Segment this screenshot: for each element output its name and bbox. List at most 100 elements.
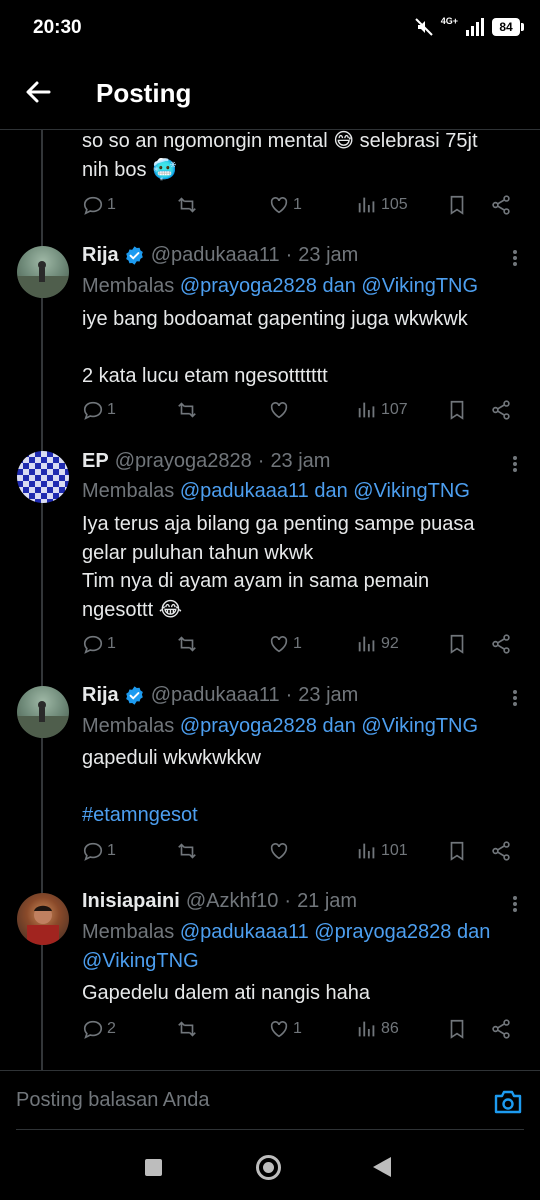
mute-icon [415, 18, 433, 36]
tweet-text: Iya terus aja bilang ga penting sampe pu… [82, 510, 475, 624]
bookmark-icon [450, 400, 464, 420]
avatar[interactable] [17, 686, 69, 738]
replying-to: Membalas @prayoga2828 dan @VikingTNG [82, 272, 522, 301]
repost-icon [178, 402, 196, 418]
reply-and: dan [322, 715, 356, 737]
author-handle[interactable]: @padukaaa11 [151, 244, 280, 267]
avatar[interactable] [17, 246, 69, 298]
views-button[interactable]: 107 [356, 399, 408, 421]
author-row: Rija @padukaaa11 · 23 jam [82, 244, 358, 267]
views-count: 107 [381, 401, 408, 418]
avatar[interactable] [17, 451, 69, 503]
author-handle[interactable]: @prayoga2828 [115, 450, 252, 473]
views-count: 105 [381, 196, 408, 213]
reply-prefix: Membalas [82, 715, 175, 737]
author-name[interactable]: Inisiapaini [82, 890, 180, 913]
tweet-actions: 2 1 86 [82, 1018, 522, 1048]
like-button[interactable]: 1 [268, 633, 302, 655]
more-options-icon[interactable] [512, 248, 518, 268]
heart-icon [270, 843, 288, 860]
reply-mention[interactable]: @VikingTNG [82, 950, 199, 972]
battery-icon: 84 [492, 18, 524, 36]
tweet-line: gapeduli wkwkwkkw [82, 747, 261, 769]
reply-composer[interactable]: Posting balasan Anda [0, 1070, 540, 1130]
avatar-image [17, 261, 69, 298]
composer-divider [16, 1129, 524, 1130]
reply-button[interactable]: 2 [82, 1018, 116, 1040]
like-button[interactable]: 1 [268, 194, 302, 216]
views-icon [358, 197, 375, 213]
reply-mention[interactable]: @padukaaa11 @prayoga2828 [180, 921, 452, 943]
author-name[interactable]: EP [82, 450, 109, 473]
repost-button[interactable] [176, 194, 198, 216]
repost-button[interactable] [176, 840, 198, 862]
reply-count: 2 [107, 1020, 116, 1037]
more-options-icon[interactable] [512, 894, 518, 914]
tweet-line: Iya terus aja bilang ga penting sampe pu… [82, 513, 475, 535]
like-count: 1 [293, 635, 302, 652]
like-count: 1 [293, 1020, 302, 1037]
tweet-line: Gapedelu dalem ati nangis haha [82, 982, 370, 1004]
reply-icon [83, 635, 103, 654]
verified-badge-icon [125, 686, 143, 705]
bookmark-button[interactable] [446, 194, 468, 216]
author-row: EP @prayoga2828 · 23 jam [82, 450, 330, 473]
like-button[interactable] [268, 840, 290, 862]
views-button[interactable]: 101 [356, 840, 408, 862]
bookmark-button[interactable] [446, 633, 468, 655]
reply-mention[interactable]: @VikingTNG [361, 715, 478, 737]
heart-icon [270, 402, 288, 419]
home-icon[interactable] [256, 1155, 281, 1180]
author-name[interactable]: Rija [82, 244, 119, 267]
reply-button[interactable]: 1 [82, 633, 116, 655]
tweet-line: iye bang bodoamat gapenting juga wkwkwk [82, 308, 468, 330]
repost-button[interactable] [176, 633, 198, 655]
tweet-line: 2 kata lucu etam ngesottttttt [82, 365, 328, 387]
share-button[interactable] [490, 194, 512, 216]
reply-count: 1 [107, 635, 116, 652]
bookmark-button[interactable] [446, 399, 468, 421]
replying-to: Membalas @padukaaa11 dan @VikingTNG [82, 477, 522, 506]
reply-mention[interactable]: @prayoga2828 [180, 275, 317, 297]
reply-icon [83, 1020, 103, 1039]
author-handle[interactable]: @padukaaa11 [151, 684, 280, 707]
like-button[interactable] [268, 399, 290, 421]
nav-back-icon[interactable] [373, 1157, 391, 1177]
reply-mention[interactable]: @VikingTNG [361, 275, 478, 297]
camera-icon[interactable] [493, 1089, 523, 1115]
reply-mention[interactable]: @padukaaa11 [180, 480, 309, 502]
reply-button[interactable]: 1 [82, 840, 116, 862]
author-handle[interactable]: @Azkhf10 [186, 890, 279, 913]
repost-button[interactable] [176, 399, 198, 421]
share-icon [492, 841, 510, 861]
like-button[interactable]: 1 [268, 1018, 302, 1040]
reply-mention[interactable]: @VikingTNG [353, 480, 470, 502]
views-button[interactable]: 105 [356, 194, 408, 216]
more-options-icon[interactable] [512, 454, 518, 474]
avatar-image [17, 701, 69, 738]
recents-icon[interactable] [145, 1159, 162, 1176]
views-button[interactable]: 86 [356, 1018, 399, 1040]
views-button[interactable]: 92 [356, 633, 399, 655]
reply-button[interactable]: 1 [82, 399, 116, 421]
reply-icon [83, 196, 103, 215]
bookmark-icon [450, 841, 464, 861]
reply-input-placeholder[interactable]: Posting balasan Anda [16, 1089, 210, 1112]
repost-button[interactable] [176, 1018, 198, 1040]
reply-count: 1 [107, 842, 116, 859]
share-button[interactable] [490, 633, 512, 655]
share-button[interactable] [490, 399, 512, 421]
avatar[interactable] [17, 893, 69, 945]
bookmark-button[interactable] [446, 1018, 468, 1040]
share-button[interactable] [490, 1018, 512, 1040]
more-options-icon[interactable] [512, 688, 518, 708]
separator-dot: · [257, 450, 265, 472]
tweet-line: nih bos 🥶 [82, 158, 177, 181]
author-name[interactable]: Rija [82, 684, 119, 707]
reply-button[interactable]: 1 [82, 194, 116, 216]
reply-mention[interactable]: @prayoga2828 [180, 715, 317, 737]
share-button[interactable] [490, 840, 512, 862]
back-arrow-icon[interactable] [22, 76, 54, 108]
hashtag-link[interactable]: #etamngesot [82, 801, 261, 830]
bookmark-button[interactable] [446, 840, 468, 862]
